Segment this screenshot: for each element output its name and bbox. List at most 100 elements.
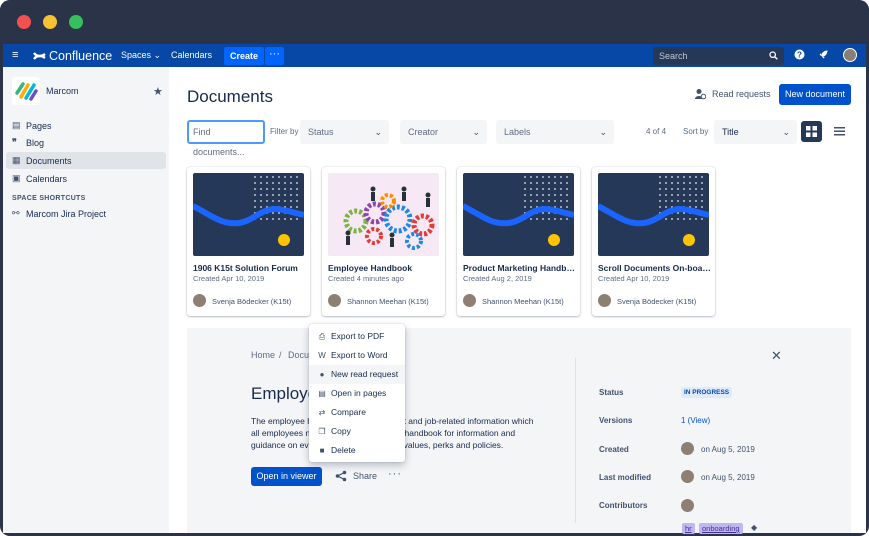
- description-line: The employee h yment and job-related inf…: [251, 416, 534, 426]
- menu-item-label: Copy: [331, 426, 351, 436]
- document-thumbnail: [328, 173, 439, 256]
- spaces-label: Spaces: [121, 50, 152, 60]
- document-card[interactable]: 1906 K15t Solution Forum Created Apr 10,…: [187, 167, 310, 316]
- new-document-button[interactable]: New document: [779, 84, 851, 105]
- menu-item-export-word[interactable]: W Export to Word: [309, 346, 405, 365]
- main-content: Documents Read requests New document Fin…: [169, 67, 866, 534]
- documents-icon: ▦: [12, 155, 21, 165]
- pdf-icon: ⎙: [318, 332, 326, 341]
- document-card[interactable]: Product Marketing Handbook Created Aug 2…: [457, 167, 580, 316]
- versions-link[interactable]: 1 (View): [681, 416, 710, 425]
- document-card[interactable]: Scroll Documents On-boarding Created Apr…: [592, 167, 715, 316]
- status-select[interactable]: Status ⌄: [300, 120, 389, 144]
- sidebar-item-documents[interactable]: ▦ Documents: [6, 152, 166, 169]
- last-modified-label: Last modified: [599, 473, 652, 482]
- search-input[interactable]: Search: [653, 47, 784, 65]
- open-in-viewer-button[interactable]: Open in viewer: [251, 467, 322, 486]
- document-thumbnail: [193, 173, 304, 256]
- document-thumbnail: [598, 173, 709, 256]
- calendar-icon: ▣: [12, 173, 21, 183]
- document-detail-panel: Home / Docu ✕ Employe The employee h yme…: [187, 328, 851, 534]
- confluence-logo[interactable]: Confluence: [33, 48, 112, 63]
- abstract-thumbnail-image: [193, 173, 304, 256]
- abstract-thumbnail-image: [598, 173, 709, 256]
- created-date: on Aug 5, 2019: [701, 445, 755, 454]
- find-documents-input[interactable]: Find documents...: [187, 120, 265, 157]
- help-icon[interactable]: ?: [794, 49, 805, 60]
- sidebar-item-pages[interactable]: ▤ Pages: [6, 117, 166, 134]
- document-card[interactable]: Employee Handbook Created 4 minutes ago …: [322, 167, 445, 316]
- chevron-down-icon: ⌄: [374, 127, 382, 137]
- list-view-button[interactable]: [829, 121, 850, 142]
- description-line: guidance on eve ture, values, perks and …: [251, 440, 504, 450]
- document-thumbnail: [463, 173, 574, 256]
- close-icon[interactable]: ✕: [771, 348, 782, 364]
- menu-item-open-in-pages[interactable]: ▤ Open in pages: [309, 384, 405, 403]
- contributor-avatar: [681, 499, 694, 512]
- card-author: Shannon Meehan (K15t): [347, 297, 429, 306]
- app-switcher-icon[interactable]: ≡: [12, 50, 22, 61]
- create-more-button[interactable]: ···: [265, 47, 284, 65]
- label-tag[interactable]: onboarding: [699, 523, 743, 534]
- menu-item-compare[interactable]: ⇄ Compare: [309, 403, 405, 422]
- space-logo[interactable]: [12, 77, 40, 105]
- sort-select[interactable]: Title ⌄: [714, 120, 797, 144]
- sidebar-item-label: Blog: [26, 137, 45, 148]
- minimize-window-button[interactable]: [43, 15, 57, 29]
- document-context-menu: ⎙ Export to PDF W Export to Word ● New r…: [309, 324, 405, 462]
- labels-select[interactable]: Labels ⌄: [496, 120, 614, 144]
- copy-icon: ❐: [318, 427, 326, 436]
- share-button[interactable]: Share: [335, 470, 377, 482]
- menu-item-label: Export to PDF: [331, 331, 385, 341]
- menu-item-label: Compare: [331, 407, 366, 417]
- menu-item-copy[interactable]: ❐ Copy: [309, 422, 405, 441]
- maximize-window-button[interactable]: [69, 15, 83, 29]
- card-date: Created 4 minutes ago: [328, 274, 404, 283]
- close-window-button[interactable]: [17, 15, 31, 29]
- creator-select[interactable]: Creator ⌄: [400, 120, 487, 144]
- sidebar: Marcom ★ ▤ Pages ❞ Blog ▦ Documents ▣ Ca…: [3, 67, 169, 533]
- menu-item-label: Open in pages: [331, 388, 387, 398]
- card-title: Product Marketing Handbook: [463, 263, 576, 273]
- card-title: 1906 K15t Solution Forum: [193, 263, 298, 273]
- breadcrumb-documents[interactable]: Docu: [288, 350, 309, 360]
- calendars-link[interactable]: Calendars: [171, 50, 212, 60]
- read-requests-button[interactable]: Read requests: [695, 88, 771, 100]
- search-icon: [769, 51, 778, 60]
- star-icon[interactable]: ★: [153, 85, 163, 98]
- breadcrumb-home[interactable]: Home: [251, 350, 275, 360]
- card-date: Created Aug 2, 2019: [463, 274, 532, 283]
- shortcut-jira-project[interactable]: ⚯ Marcom Jira Project: [6, 205, 166, 222]
- author-avatar: [598, 294, 611, 307]
- link-icon: ⚯: [12, 208, 20, 218]
- abstract-thumbnail-image: [463, 173, 574, 256]
- author-avatar: [463, 294, 476, 307]
- spaces-menu[interactable]: Spaces ⌄: [121, 50, 161, 61]
- space-name[interactable]: Marcom: [46, 86, 79, 96]
- sidebar-item-calendars[interactable]: ▣ Calendars: [6, 170, 166, 187]
- labels-select-label: Labels: [504, 127, 531, 137]
- menu-item-delete[interactable]: ■ Delete: [309, 441, 405, 460]
- rocket-icon[interactable]: [818, 49, 829, 60]
- sidebar-item-blog[interactable]: ❞ Blog: [6, 134, 166, 151]
- menu-item-export-pdf[interactable]: ⎙ Export to PDF: [309, 327, 405, 346]
- tag-icon[interactable]: ◆: [751, 523, 757, 532]
- creator-avatar: [681, 442, 694, 455]
- trash-icon: ■: [319, 446, 325, 455]
- status-badge: IN PROGRESS: [681, 387, 733, 398]
- description-line: all employees n to the handbook for info…: [251, 428, 516, 438]
- divider: [575, 358, 576, 523]
- menu-item-new-read-request[interactable]: ● New read request: [309, 365, 405, 384]
- card-title: Scroll Documents On-boarding: [598, 263, 711, 273]
- more-actions-button[interactable]: ···: [388, 468, 402, 480]
- card-title: Employee Handbook: [328, 263, 413, 273]
- sidebar-item-label: Pages: [26, 120, 52, 131]
- share-label: Share: [353, 471, 378, 481]
- sort-select-value: Title: [722, 127, 739, 137]
- pages-icon: ▤: [318, 389, 326, 398]
- grid-view-button[interactable]: [801, 121, 822, 142]
- label-tag[interactable]: hr: [682, 523, 695, 534]
- chevron-down-icon: ⌄: [599, 127, 607, 137]
- user-avatar[interactable]: [843, 48, 857, 62]
- create-button[interactable]: Create: [224, 47, 264, 65]
